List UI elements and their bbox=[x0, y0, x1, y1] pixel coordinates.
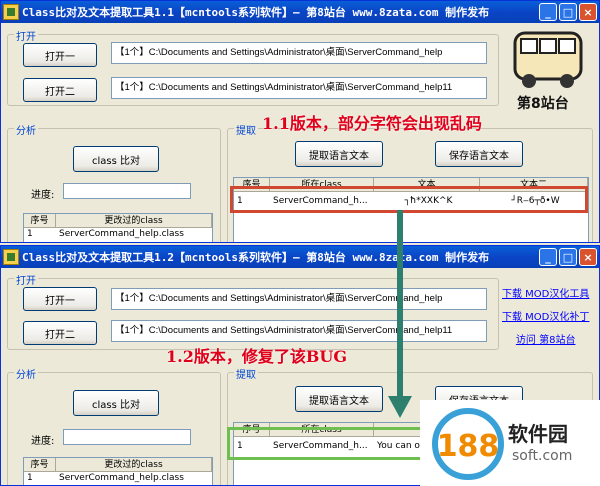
compare-button[interactable]: class 比对 bbox=[73, 146, 159, 172]
minimize-button[interactable]: _ bbox=[539, 248, 557, 266]
window-title: Class比对及文本提取工具1.2【mcntools系列软件】— 第8站台 ww… bbox=[22, 251, 490, 264]
open-group-label: 打开 bbox=[14, 272, 38, 287]
open2-button[interactable]: 打开二 bbox=[23, 321, 97, 345]
maximize-button[interactable]: □ bbox=[559, 3, 577, 21]
watermark-logo: 188 软件园 soft.com bbox=[420, 400, 600, 486]
open2-button[interactable]: 打开二 bbox=[23, 78, 97, 102]
cell: 1 bbox=[27, 473, 33, 483]
cell: ServerCommand_help.class bbox=[59, 473, 184, 483]
close-button[interactable]: × bbox=[579, 248, 597, 266]
path1-field[interactable]: 【1个】C:\Documents and Settings\Administra… bbox=[111, 288, 487, 310]
link-list: 下载 MOD汉化工具 下载 MOD汉化补丁 访问 第8站台 bbox=[502, 285, 589, 354]
title-bar: Class比对及文本提取工具1.1【mcntools系列软件】— 第8站台 ww… bbox=[1, 1, 599, 23]
cell: ServerCommand_help.class bbox=[59, 229, 184, 239]
down-arrow-icon bbox=[388, 210, 412, 418]
table-row[interactable]: 1 ServerCommand_help.class bbox=[24, 228, 212, 241]
link-visit-site[interactable]: 访问 第8站台 bbox=[502, 331, 589, 346]
path2-field[interactable]: 【1个】C:\Documents and Settings\Administra… bbox=[111, 320, 487, 342]
window-title: Class比对及文本提取工具1.1【mcntools系列软件】— 第8站台 ww… bbox=[22, 6, 490, 19]
close-button[interactable]: × bbox=[579, 3, 597, 21]
progress-label: 进度: bbox=[31, 190, 55, 201]
title-bar: Class比对及文本提取工具1.2【mcntools系列软件】— 第8站台 ww… bbox=[1, 246, 599, 268]
extract-text-button[interactable]: 提取语言文本 bbox=[295, 386, 383, 412]
logo-188-icon: 188 bbox=[432, 408, 504, 480]
link-download-mod-tool[interactable]: 下载 MOD汉化工具 bbox=[502, 285, 589, 300]
analysis-group-label: 分析 bbox=[14, 366, 38, 381]
changed-class-grid[interactable]: 序号 更改过的class 1 ServerCommand_help.class bbox=[23, 457, 213, 485]
col-header[interactable]: 序号 bbox=[24, 458, 56, 471]
highlight-box-fixed bbox=[227, 427, 449, 460]
changed-class-grid[interactable]: 序号 更改过的class 1 ServerCommand_help.class bbox=[23, 213, 213, 242]
compare-button[interactable]: class 比对 bbox=[73, 390, 159, 416]
progress-bar bbox=[63, 183, 191, 199]
path1-field[interactable]: 【1个】C:\Documents and Settings\Administra… bbox=[111, 42, 487, 64]
cell: 1 bbox=[27, 229, 33, 239]
app-icon bbox=[3, 249, 19, 265]
bus-logo-icon bbox=[513, 31, 583, 88]
extract-group-label: 提取 bbox=[234, 366, 258, 381]
analysis-group-label: 分析 bbox=[14, 122, 38, 137]
col-header[interactable]: 序号 bbox=[24, 214, 56, 227]
logo-number: 188 bbox=[437, 429, 500, 464]
col-header[interactable]: 更改过的class bbox=[56, 458, 212, 471]
open-group-label: 打开 bbox=[14, 28, 38, 43]
progress-bar bbox=[63, 429, 191, 445]
watermark-text: 软件园 bbox=[508, 422, 568, 446]
path2-field[interactable]: 【1个】C:\Documents and Settings\Administra… bbox=[111, 77, 487, 99]
open1-button[interactable]: 打开一 bbox=[23, 43, 97, 67]
progress-label: 进度: bbox=[31, 436, 55, 447]
table-row[interactable]: 1 ServerCommand_help.class bbox=[24, 472, 212, 485]
app-icon bbox=[3, 4, 19, 20]
save-text-button[interactable]: 保存语言文本 bbox=[435, 141, 523, 167]
extract-text-button[interactable]: 提取语言文本 bbox=[295, 141, 383, 167]
maximize-button[interactable]: □ bbox=[559, 248, 577, 266]
annotation-v11: 1.1版本，部分字符会出现乱码 bbox=[262, 114, 482, 133]
open1-button[interactable]: 打开一 bbox=[23, 287, 97, 311]
minimize-button[interactable]: _ bbox=[539, 3, 557, 21]
highlight-box-garbled bbox=[230, 186, 588, 213]
annotation-v12: 1.2版本，修复了该BUG bbox=[166, 347, 347, 366]
extract-group-label: 提取 bbox=[234, 122, 258, 137]
site-label: 第8站台 bbox=[517, 96, 569, 112]
link-download-mod-patch[interactable]: 下载 MOD汉化补丁 bbox=[502, 308, 589, 323]
watermark-domain: soft.com bbox=[512, 448, 573, 464]
col-header[interactable]: 更改过的class bbox=[56, 214, 212, 227]
